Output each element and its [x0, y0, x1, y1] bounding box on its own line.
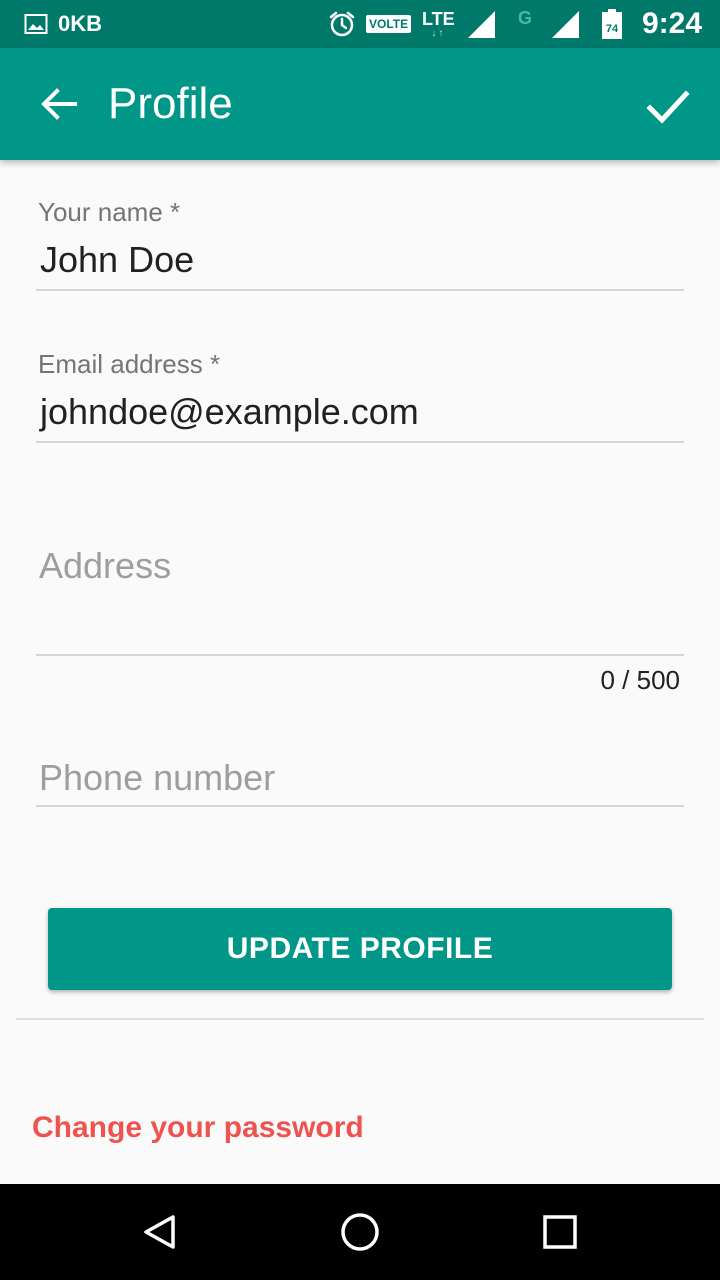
secondary-network-label: G [518, 7, 533, 28]
data-counter: 0KB [58, 11, 103, 36]
email-value: johndoe@example.com [40, 391, 419, 432]
nav-back-button[interactable] [130, 1202, 190, 1262]
phone-underline [36, 805, 684, 807]
alarm-icon [328, 0, 356, 48]
address-field[interactable]: Address [36, 540, 684, 660]
address-placeholder: Address [39, 545, 172, 586]
back-triangle-icon [144, 1215, 175, 1249]
app-bar: Profile [0, 48, 720, 160]
recents-square-icon [543, 1215, 577, 1249]
update-profile-button[interactable]: UPDATE PROFILE [48, 908, 672, 990]
nav-home-button[interactable] [330, 1202, 390, 1262]
battery-level: 74 [606, 23, 619, 35]
name-underline [36, 289, 684, 291]
lte-indicator: LTE ↓↑ [422, 0, 455, 48]
check-icon [646, 90, 690, 124]
name-field[interactable]: Your name * John Doe [36, 196, 684, 294]
name-value: John Doe [40, 239, 195, 280]
clock: 9:24 [642, 7, 703, 40]
home-circle-icon [341, 1213, 379, 1251]
divider [16, 1018, 704, 1020]
phone-placeholder: Phone number [39, 757, 276, 798]
secondary-network: G [518, 0, 532, 42]
arrow-back-icon [41, 88, 77, 120]
phone-field[interactable]: Phone number [36, 752, 684, 810]
battery-icon: 74 [600, 0, 624, 48]
change-password-link[interactable]: Change your password [32, 1108, 364, 1148]
name-label: Your name * [38, 197, 181, 227]
email-label: Email address * [38, 349, 221, 379]
status-bar: 0KB VOLTE LTE ↓↑ G 74 9:24 [0, 0, 720, 48]
lte-label: LTE [422, 8, 455, 29]
confirm-button[interactable] [638, 76, 698, 136]
navigation-bar [0, 1184, 720, 1280]
signal-icon [466, 0, 496, 48]
volte-badge: VOLTE [366, 0, 412, 48]
address-underline [36, 654, 684, 656]
data-arrows-icon: ↓↑ [431, 27, 446, 39]
email-field[interactable]: Email address * johndoe@example.com [36, 348, 684, 446]
back-button[interactable] [24, 76, 94, 132]
nav-recents-button[interactable] [530, 1202, 590, 1262]
email-underline [36, 441, 684, 443]
volte-label: VOLTE [366, 15, 412, 33]
signal-icon-2 [550, 0, 580, 48]
address-char-counter: 0 / 500 [600, 665, 680, 695]
page-title: Profile [108, 79, 233, 128]
image-icon [24, 0, 48, 48]
